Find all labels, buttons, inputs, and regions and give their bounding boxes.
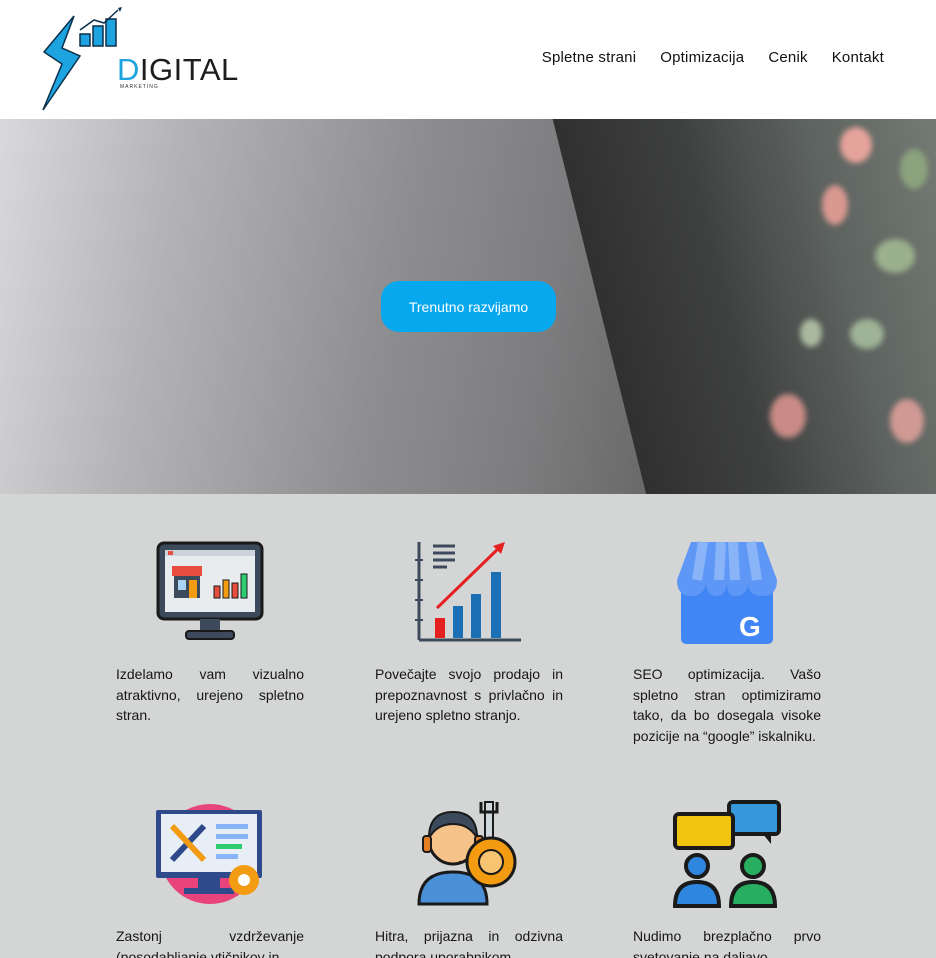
growth-chart-icon [415,542,521,642]
bokeh-light [875,239,915,273]
bokeh-light [770,394,806,438]
feature-text: Nudimo brezplačno prvo svetovanje na dal… [633,928,821,958]
hero-cta-button[interactable]: Trenutno razvijamo [381,281,556,332]
consultation-icon [673,800,781,908]
feature-text: SEO optimizacija. Vašo spletno stran opt… [633,666,821,744]
brand-logo[interactable]: DIGITAL MARKETING [38,6,238,112]
nav-link-kontakt[interactable]: Kontakt [832,49,884,66]
bokeh-light [840,127,872,163]
google-business-icon: G [677,541,777,644]
hero-background-monitor [542,119,936,494]
svg-text:G: G [739,611,761,642]
feature-text: Hitra, prijazna in odzivna podpora upora… [375,928,563,958]
bokeh-light [800,319,822,347]
bokeh-light [822,185,848,225]
bokeh-light [900,149,928,189]
feature-text: Izdelamo vam vizualno atraktivno, urejen… [116,666,304,723]
bokeh-light [890,399,924,443]
bokeh-light [850,319,884,349]
nav-link-optimizacija[interactable]: Optimizacija [660,49,744,66]
maintenance-screen-icon [156,804,262,904]
main-nav: Spletne strani Optimizacija Cenik Kontak… [542,49,884,66]
logo-wordmark: DIGITAL [117,52,239,87]
nav-link-cenik[interactable]: Cenik [768,49,807,66]
monitor-shop-icon [156,541,264,640]
feature-text: Zastonj vzdrževanje (posodabljanje vtičn… [116,928,304,958]
feature-text: Povečajte svojo prodajo in prepoznavnost… [375,666,563,723]
support-agent-icon [417,801,517,906]
site-header: DIGITAL MARKETING Spletne strani Optimiz… [0,0,936,119]
hero-banner: Trenutno razvijamo [0,119,936,494]
nav-link-spletne-strani[interactable]: Spletne strani [542,49,637,66]
logo-subtitle: MARKETING [120,84,159,90]
